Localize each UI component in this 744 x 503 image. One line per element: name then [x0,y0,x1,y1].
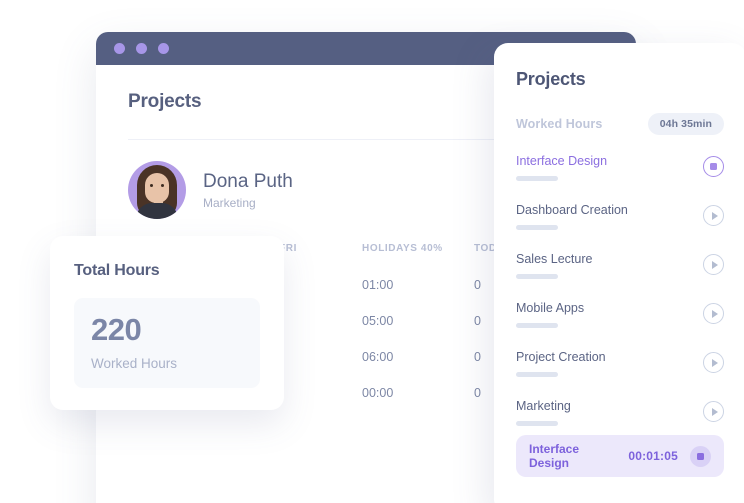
project-name: Interface Design [516,154,608,168]
project-item-dashboard-creation[interactable]: Dashboard Creation [516,203,724,244]
worked-hours-row: Worked Hours 04h 35min [516,113,724,135]
play-icon[interactable] [703,205,724,226]
profile-name: Dona Puth [203,170,293,192]
total-hours-title: Total Hours [74,262,160,279]
play-triangle-glyph [711,260,718,269]
avatar-body [136,203,178,219]
project-progress-placeholder [516,420,558,426]
profile-text: Dona Puth Marketing [203,170,293,211]
project-item-interface-design[interactable]: Interface Design [516,154,724,195]
project-name: Dashboard Creation [516,203,628,217]
window-dot-minimize[interactable] [136,43,147,54]
play-triangle-glyph [711,211,718,220]
total-hours-card: Total Hours 220 Worked Hours [50,236,284,410]
stop-square-glyph [710,163,717,170]
cell-holidays: 06:00 [362,350,394,364]
cell-holidays: 01:00 [362,278,394,292]
window-dot-maximize[interactable] [158,43,169,54]
projects-panel: Projects Worked Hours 04h 35min Interfac… [494,43,744,503]
total-hours-inner: 220 Worked Hours [74,298,260,388]
project-left: Marketing [516,399,571,426]
worked-hours-badge: 04h 35min [647,113,724,135]
project-left: Sales Lecture [516,252,593,279]
project-left: Project Creation [516,350,606,377]
project-item-sales-lecture[interactable]: Sales Lecture [516,252,724,293]
play-triangle-glyph [711,358,718,367]
project-left: Mobile Apps [516,301,585,328]
cell-holidays: 05:00 [362,314,394,328]
avatar-eye-right [161,184,164,187]
project-progress-placeholder [516,224,558,230]
play-icon[interactable] [703,254,724,275]
worked-hours-label: Worked Hours [516,117,603,131]
play-triangle-glyph [711,309,718,318]
avatar [128,161,186,219]
project-item-mobile-apps[interactable]: Mobile Apps [516,301,724,342]
table-header-holidays: HOLIDAYS 40% [362,243,443,254]
project-name: Project Creation [516,350,606,364]
project-name: Marketing [516,399,571,413]
projects-list: Interface Design Dashboard Creation Sale… [516,154,724,440]
play-icon[interactable] [703,401,724,422]
project-progress-placeholder [516,273,558,279]
stop-square-glyph [697,452,704,460]
total-hours-value: 220 [91,312,142,347]
screenshot-stage: Projects Dona Puth Marketing HOLIDAYS 40… [0,0,744,503]
play-icon[interactable] [703,352,724,373]
stop-icon[interactable] [690,445,711,467]
project-left: Interface Design [516,154,608,181]
project-progress-placeholder [516,371,558,377]
active-timer-elapsed: 00:01:05 [628,449,678,463]
cell-holidays: 00:00 [362,386,394,400]
project-left: Dashboard Creation [516,203,628,230]
project-progress-placeholder [516,175,558,181]
project-item-marketing[interactable]: Marketing [516,399,724,440]
active-timer-project: Interface Design [529,442,580,470]
active-timer-bar[interactable]: Interface Design 00:01:05 [516,435,724,477]
project-name: Sales Lecture [516,252,593,266]
play-icon[interactable] [703,303,724,324]
avatar-eye-left [150,184,153,187]
profile-role: Marketing [203,196,256,211]
window-dot-close[interactable] [114,43,125,54]
projects-panel-title: Projects [516,69,586,89]
total-hours-label: Worked Hours [91,356,178,371]
project-item-project-creation[interactable]: Project Creation [516,350,724,391]
stop-icon[interactable] [703,156,724,177]
play-triangle-glyph [711,407,718,416]
project-progress-placeholder [516,322,558,328]
project-name: Mobile Apps [516,301,585,315]
